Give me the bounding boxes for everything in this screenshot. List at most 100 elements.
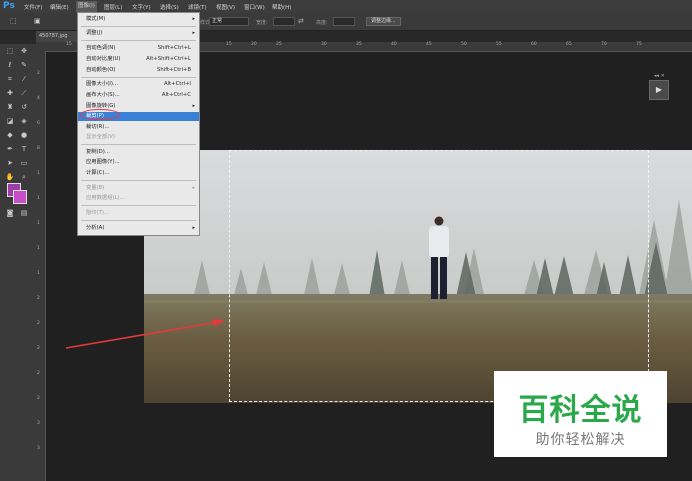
play-action-icon[interactable]: ▶ — [649, 80, 669, 100]
menu-item-calculations[interactable]: 计算(C)... — [78, 169, 199, 178]
ruler-tick: 15 — [66, 42, 72, 47]
menu-item-apply-data-set: 应用数据组(L)... — [86, 195, 125, 201]
height-label: 高度: — [316, 20, 328, 26]
ruler-tick: 1 — [37, 196, 40, 201]
menu-separator — [81, 40, 196, 41]
ruler-tick: 1 — [37, 271, 40, 276]
tools-panel: ⬚ ✥ ℓ ✎ ⌗ ⁄ ✚ ⟋ ♜ ↺ ◪ ◈ ◆ ● ✒ T ➤ ▭ ✋ ⌕ … — [0, 44, 36, 481]
menu-item-variables: 变量(B) ▸ — [86, 185, 195, 191]
menu-item-reveal-all: 显示全部(V) — [86, 134, 115, 140]
vertical-ruler: 2 4 6 8 1 1 1 1 1 2 2 2 2 2 3 3 — [36, 51, 46, 481]
ruler-tick: 2 — [37, 296, 40, 301]
refine-edge-button[interactable]: 调整边缘... — [366, 17, 401, 26]
ruler-tick: 70 — [601, 42, 607, 47]
menu-filter[interactable]: 滤镜(T) — [188, 3, 207, 11]
ruler-tick: 1 — [37, 246, 40, 251]
menu-edit[interactable]: 编辑(E) — [50, 3, 69, 11]
ruler-tick: 75 — [636, 42, 642, 47]
menu-item-canvas-size[interactable]: 画布大小(S)... Alt+Ctrl+C — [78, 91, 199, 100]
path-select-icon[interactable]: ➤ — [4, 158, 16, 168]
menu-item-mode[interactable]: 模式(M) ▸ — [78, 15, 199, 24]
menu-item-auto-tone[interactable]: 自动色调(N) Shift+Ctrl+L — [78, 44, 199, 53]
type-tool-icon[interactable]: T — [18, 144, 30, 154]
menu-view[interactable]: 视图(V) — [216, 3, 235, 11]
hand-icon[interactable]: ✋ — [4, 172, 16, 182]
new-selection-icon[interactable]: ▣ — [34, 17, 41, 25]
image-menu-dropdown: 模式(M) ▸ 调整(J) ▸ 自动色调(N) Shift+Ctrl+L 自动对比度(… — [77, 12, 200, 236]
ruler-tick: 2 — [37, 396, 40, 401]
shape-tool-icon[interactable]: ▭ — [18, 158, 30, 168]
ruler-tick: 25 — [276, 42, 282, 47]
menu-item-trap: 陷印(T)... — [86, 210, 110, 216]
menu-file[interactable]: 文件(F) — [24, 3, 42, 11]
menu-item-apply-image[interactable]: 应用图像(Y)... — [78, 158, 199, 167]
ruler-tick: 1 — [37, 171, 40, 176]
menu-separator — [81, 205, 196, 206]
menu-item-image-size[interactable]: 图像大小(I)... Alt+Ctrl+I — [78, 80, 199, 89]
menu-image[interactable]: 图像(I) — [76, 1, 97, 12]
menu-item-analysis[interactable]: 分析(A) ▸ — [78, 224, 199, 233]
ruler-tick: 8 — [37, 146, 40, 151]
ruler-tick: 45 — [426, 42, 432, 47]
brush-icon[interactable]: ⟋ — [18, 88, 30, 98]
lasso-icon[interactable]: ℓ — [4, 60, 16, 70]
blur-icon[interactable]: ◆ — [4, 130, 16, 140]
ruler-tick: 50 — [461, 42, 467, 47]
pen-icon[interactable]: ✒ — [4, 144, 16, 154]
crop-highlight-circle — [80, 109, 120, 120]
paint-bucket-icon[interactable]: ◈ — [18, 116, 30, 126]
healing-brush-icon[interactable]: ✚ — [4, 88, 16, 98]
ruler-tick: 30 — [321, 42, 327, 47]
height-input[interactable] — [333, 17, 355, 26]
zoom-icon[interactable]: ⌕ — [18, 172, 30, 182]
marquee-tool-icon[interactable]: ⬚ — [10, 17, 17, 25]
ruler-tick: 40 — [391, 42, 397, 47]
ruler-tick: 2 — [37, 346, 40, 351]
move-tool-icon[interactable]: ✥ — [18, 46, 30, 56]
menu-separator — [81, 144, 196, 145]
dodge-icon[interactable]: ● — [18, 130, 30, 140]
menu-item-auto-contrast[interactable]: 自动对比度(U) Alt+Shift+Ctrl+L — [78, 55, 199, 64]
watermark-logo: 百科全说 助你轻松解决 — [494, 371, 667, 457]
ruler-tick: 1 — [37, 221, 40, 226]
watermark-subtitle: 助你轻松解决 — [535, 432, 626, 448]
ruler-tick: 6 — [37, 121, 40, 126]
menu-layer[interactable]: 图层(L) — [104, 3, 122, 11]
panel-collapse-icon[interactable]: ◂◂ ✕ — [654, 73, 665, 79]
history-brush-icon[interactable]: ↺ — [18, 102, 30, 112]
swap-dimensions-icon[interactable]: ⇄ — [298, 17, 304, 25]
ruler-tick: 60 — [531, 42, 537, 47]
quick-select-icon[interactable]: ✎ — [18, 60, 30, 70]
menu-separator — [81, 26, 196, 27]
ruler-tick: 2 — [37, 321, 40, 326]
screen-mode-icon[interactable]: ▤ — [18, 208, 30, 218]
ruler-tick: 15 — [226, 42, 232, 47]
width-label: 宽度: — [256, 20, 268, 26]
eyedropper-icon[interactable]: ⁄ — [18, 74, 30, 84]
ruler-tick: 2 — [37, 71, 40, 76]
ruler-tick: 3 — [37, 446, 40, 451]
menu-item-duplicate[interactable]: 复制(D)... — [78, 148, 199, 157]
menu-type[interactable]: 文字(Y) — [132, 3, 151, 11]
menu-item-adjustments[interactable]: 调整(J) ▸ — [78, 29, 199, 38]
menu-help[interactable]: 帮助(H) — [272, 3, 291, 11]
marquee-selection[interactable] — [229, 150, 649, 402]
menu-item-trim[interactable]: 裁切(R)... — [78, 123, 199, 132]
menu-item-auto-color[interactable]: 自动颜色(O) Shift+Ctrl+B — [78, 66, 199, 75]
eraser-icon[interactable]: ◪ — [4, 116, 16, 126]
ruler-tick: 4 — [37, 96, 40, 101]
ruler-tick: 35 — [356, 42, 362, 47]
ruler-tick: 2 — [37, 371, 40, 376]
menu-window[interactable]: 窗口(W) — [244, 3, 265, 11]
quick-mask-icon[interactable]: ◙ — [4, 208, 16, 218]
crop-icon[interactable]: ⌗ — [4, 74, 16, 84]
menu-separator — [81, 180, 196, 181]
width-input[interactable] — [273, 17, 295, 26]
clone-stamp-icon[interactable]: ♜ — [4, 102, 16, 112]
style-select[interactable]: 正常 — [209, 17, 249, 26]
menu-separator — [81, 220, 196, 221]
rect-marquee-icon[interactable]: ⬚ — [4, 46, 16, 56]
background-color-swatch[interactable] — [13, 190, 27, 204]
menu-select[interactable]: 选择(S) — [160, 3, 179, 11]
ruler-tick: 20 — [251, 42, 257, 47]
